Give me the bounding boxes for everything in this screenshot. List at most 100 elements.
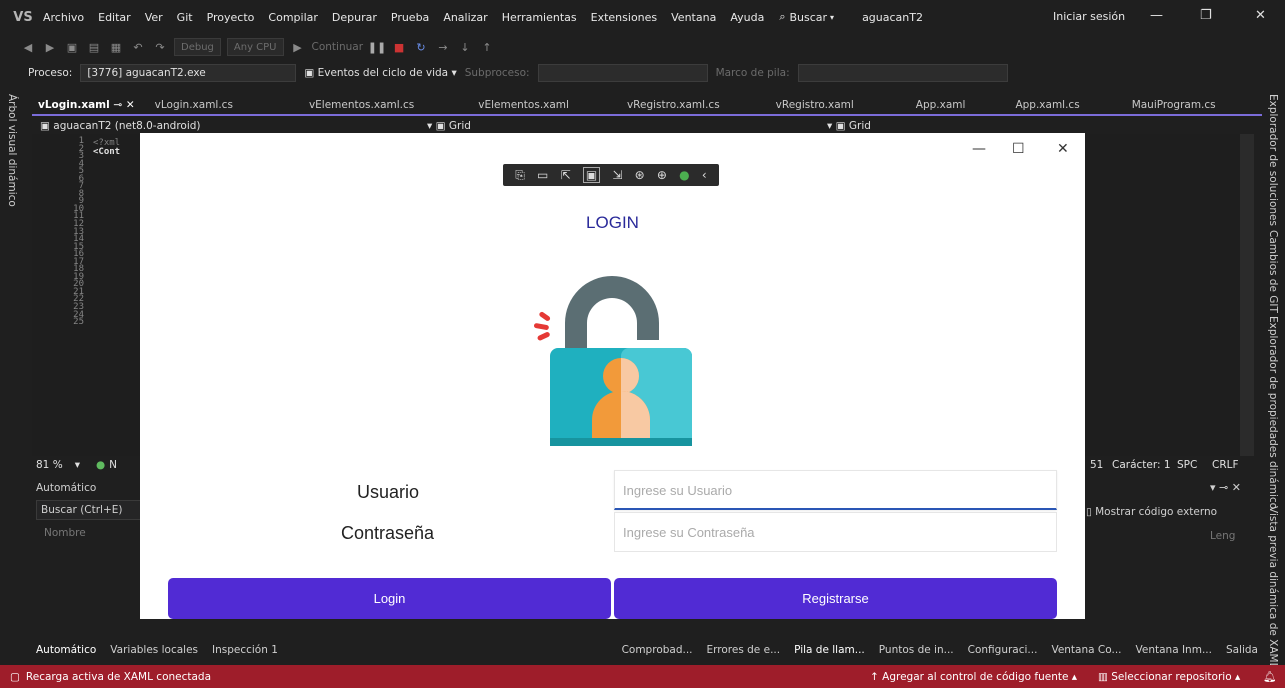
tab-command-window[interactable]: Ventana Co... — [1047, 644, 1125, 656]
user-input[interactable]: Ingrese su Usuario — [614, 470, 1057, 510]
thread-select[interactable] — [537, 64, 708, 82]
minimize-icon[interactable]: — — [1150, 8, 1163, 23]
menu-ayuda[interactable]: Ayuda — [723, 11, 771, 24]
live-property-explorer-tab[interactable]: Explorador de propiedades dinámico — [1267, 316, 1279, 509]
redo-icon[interactable]: ↷ — [152, 40, 168, 54]
tab-checks[interactable]: Comprobad... — [618, 644, 697, 656]
collapse-icon[interactable]: ‹ — [702, 168, 707, 182]
spc-indicator[interactable]: SPC — [1177, 459, 1197, 471]
menu-extensiones[interactable]: Extensiones — [584, 11, 665, 24]
tab-vlogin-xaml[interactable]: vLogin.xaml ⊸ ✕ — [32, 99, 149, 111]
menu-ver[interactable]: Ver — [138, 11, 170, 24]
tab-mauiprogram-cs[interactable]: MauiProgram.cs — [1126, 99, 1230, 111]
solution-explorer-tab[interactable]: Explorador de soluciones — [1267, 94, 1279, 226]
tab-velementos-cs[interactable]: vElementos.xaml.cs — [303, 99, 472, 111]
chevron-down-icon[interactable]: ▾ — [75, 459, 80, 471]
sign-in-link[interactable]: Iniciar sesión — [1053, 10, 1125, 23]
menu-prueba[interactable]: Prueba — [384, 11, 436, 24]
git-changes-tab[interactable]: Cambios de GIT — [1267, 230, 1279, 313]
menu-editar[interactable]: Editar — [91, 11, 138, 24]
select-repo-button[interactable]: ▥ Seleccionar repositorio ▴ — [1098, 671, 1240, 683]
menu-ventana[interactable]: Ventana — [664, 11, 723, 24]
xaml-live-preview-tab[interactable]: Vista previa dinámica de XAML — [1267, 506, 1279, 668]
menu-archivo[interactable]: Archivo — [36, 11, 91, 24]
menu-compilar[interactable]: Compilar — [261, 11, 324, 24]
back-icon[interactable]: ◀ — [20, 40, 36, 54]
restart-icon[interactable]: ↻ — [413, 40, 429, 54]
grid-select-left[interactable]: ▾ ▣ Grid — [427, 120, 471, 132]
live-visual-tree-icon[interactable]: ⎘ — [515, 168, 525, 183]
pointer-icon[interactable]: ⇱ — [561, 168, 571, 182]
tab-locals[interactable]: Variables locales — [106, 644, 202, 656]
menu-analizar[interactable]: Analizar — [436, 11, 494, 24]
panel-controls[interactable]: ▾ ⊸ ✕ — [1210, 481, 1241, 494]
app-maximize-icon[interactable]: ☐ — [1012, 141, 1025, 157]
accessibility-icon[interactable]: ⊕ — [657, 168, 667, 182]
close-tab-icon[interactable]: ✕ — [126, 99, 135, 111]
password-input[interactable]: Ingrese su Contraseña — [614, 512, 1057, 552]
process-select[interactable]: [3776] aguacanT2.exe — [80, 64, 297, 82]
project-select[interactable]: ▣ aguacanT2 (net8.0-android) — [40, 120, 201, 132]
notifications-icon[interactable]: 🔔︎ — [1263, 670, 1276, 683]
open-icon[interactable]: ▤ — [86, 40, 102, 54]
checkbox-icon[interactable]: ▯ — [1086, 506, 1092, 518]
crlf-indicator[interactable]: CRLF — [1212, 459, 1239, 471]
register-button[interactable]: Registrarse — [614, 578, 1057, 619]
step-into-icon[interactable]: ↓ — [457, 40, 473, 54]
step-out-icon[interactable]: ↑ — [479, 40, 495, 54]
pin-icon[interactable]: ⊸ — [113, 99, 122, 111]
pause-icon[interactable]: ❚❚ — [368, 40, 386, 54]
editor-scrollbar[interactable] — [1240, 134, 1254, 456]
tab-errors[interactable]: Errores de e... — [703, 644, 785, 656]
display-adorners-icon[interactable]: ▣ — [582, 167, 601, 183]
stackframe-select[interactable] — [797, 64, 1008, 82]
continue-button[interactable]: Continuar — [312, 41, 364, 53]
track-focus-icon[interactable]: ⇲ — [612, 168, 622, 182]
zoom-level[interactable]: 81 % — [36, 459, 63, 471]
lifecycle-events-button[interactable]: ▣ Eventos del ciclo de vida ▾ — [304, 67, 456, 79]
binding-failures-icon[interactable]: ⊛ — [635, 168, 645, 182]
live-visual-tree-tab[interactable]: Árbol visual dinámico — [6, 94, 18, 207]
new-project-icon[interactable]: ▣ — [64, 40, 80, 54]
app-close-icon[interactable]: ✕ — [1057, 141, 1069, 157]
tab-breakpoints[interactable]: Puntos de in... — [875, 644, 958, 656]
tab-call-stack[interactable]: Pila de llam... — [790, 644, 869, 656]
tab-vregistro-xaml[interactable]: vRegistro.xaml — [770, 99, 910, 111]
app-minimize-icon[interactable]: — — [972, 141, 986, 157]
select-element-icon[interactable]: ▭ — [537, 168, 548, 182]
forward-icon[interactable]: ▶ — [42, 40, 58, 54]
tab-output[interactable]: Salida — [1222, 644, 1262, 656]
platform-select[interactable]: Any CPU — [226, 38, 284, 56]
tab-config[interactable]: Configuraci... — [964, 644, 1042, 656]
menu-git[interactable]: Git — [170, 11, 200, 24]
tab-app-xaml[interactable]: App.xaml — [910, 99, 1010, 111]
step-over-icon[interactable]: → — [435, 40, 451, 54]
add-source-control-button[interactable]: ↑ Agregar al control de código fuente ▴ — [870, 671, 1077, 683]
login-button[interactable]: Login — [168, 578, 611, 619]
tab-vregistro-cs[interactable]: vRegistro.xaml.cs — [621, 99, 770, 111]
tab-autos[interactable]: Automático — [32, 644, 100, 656]
tab-velementos-xaml[interactable]: vElementos.xaml — [472, 99, 621, 111]
grid-select-right[interactable]: ▾ ▣ Grid — [827, 120, 871, 132]
close-icon[interactable]: ✕ — [1255, 8, 1266, 23]
restore-icon[interactable]: ❐ — [1200, 8, 1212, 23]
tab-app-cs[interactable]: App.xaml.cs — [1009, 99, 1125, 111]
stop-icon[interactable]: ■ — [391, 40, 407, 54]
menu-depurar[interactable]: Depurar — [325, 11, 384, 24]
search-menu[interactable]: ⌕ Buscar ▾ — [771, 7, 842, 27]
config-select[interactable]: Debug — [174, 38, 221, 56]
tab-immediate-window[interactable]: Ventana Inm... — [1132, 644, 1216, 656]
show-external-code-option[interactable]: ▯ Mostrar código externo — [1086, 506, 1217, 518]
check-icon[interactable]: ● — [679, 168, 689, 182]
autos-search-input[interactable]: Buscar (Ctrl+E) — [36, 500, 156, 520]
tab-vlogin-cs[interactable]: vLogin.xaml.cs — [149, 99, 303, 111]
menu-herramientas[interactable]: Herramientas — [495, 11, 584, 24]
hot-reload-status[interactable]: Recarga activa de XAML conectada — [26, 671, 211, 683]
undo-icon[interactable]: ↶ — [130, 40, 146, 54]
menu-proyecto[interactable]: Proyecto — [200, 11, 262, 24]
save-icon[interactable]: ▦ — [108, 40, 124, 54]
tab-watch-1[interactable]: Inspección 1 — [208, 644, 282, 656]
play-icon[interactable]: ▶ — [290, 40, 306, 54]
column-header-lang[interactable]: Leng — [1210, 530, 1235, 542]
column-header-name[interactable]: Nombre — [36, 524, 146, 542]
